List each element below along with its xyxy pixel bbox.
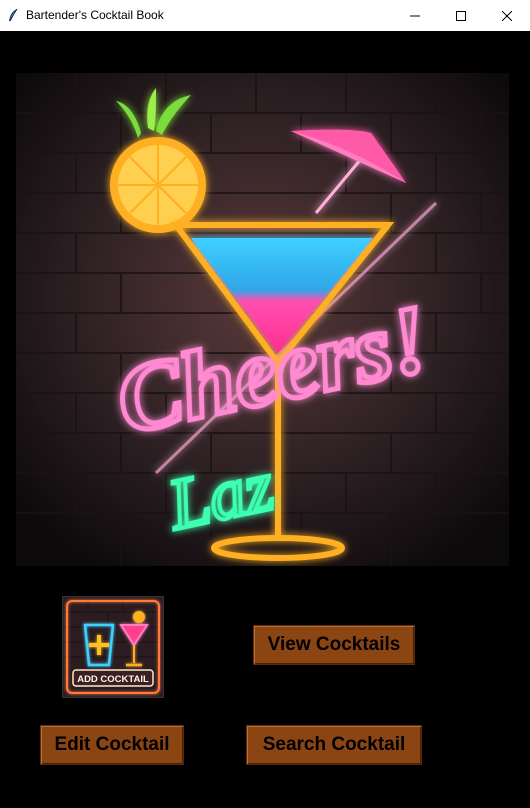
main-window-content: Cheers! Laz ADD COCKTAIL View Cocktails … [0, 31, 530, 808]
view-cocktails-button[interactable]: View Cocktails [253, 625, 415, 665]
maximize-icon [455, 10, 466, 21]
maximize-button[interactable] [438, 0, 483, 31]
minimize-icon [409, 15, 420, 16]
window-title: Bartender's Cocktail Book [26, 8, 164, 22]
feather-icon [9, 8, 18, 22]
minimize-button[interactable] [392, 0, 437, 31]
cheers-neon-poster-image: Cheers! Laz [16, 73, 509, 566]
add-cocktail-label: ADD COCKTAIL [77, 674, 149, 685]
close-button[interactable] [484, 0, 529, 31]
close-icon [501, 10, 512, 21]
add-cocktail-button[interactable]: ADD COCKTAIL [62, 596, 164, 698]
title-bar: Bartender's Cocktail Book [0, 0, 530, 32]
edit-cocktail-button[interactable]: Edit Cocktail [40, 725, 184, 765]
search-cocktail-button[interactable]: Search Cocktail [246, 725, 422, 765]
